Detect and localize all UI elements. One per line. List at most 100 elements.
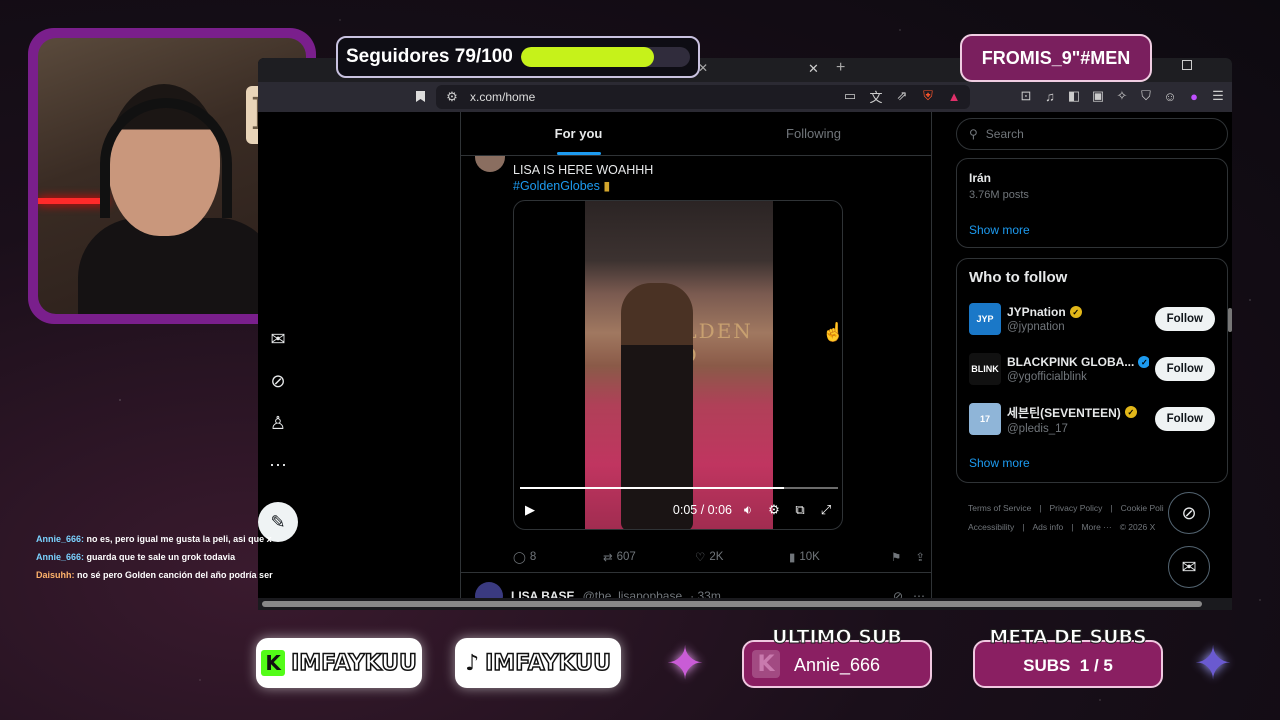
rewards-icon[interactable]: ▲ [946, 88, 962, 104]
repost-button[interactable]: ⇄ 607 [603, 550, 695, 564]
suggestion-avatar[interactable]: 17 [969, 403, 1001, 435]
follow-suggestion[interactable]: JYP JYPnation ✓ @jypnation Follow [969, 302, 1215, 336]
tab-close-icon[interactable]: ✕ [808, 61, 819, 77]
play-icon[interactable]: ▶ [522, 502, 538, 518]
suggestion-info: JYPnation ✓ @jypnation [1007, 305, 1149, 333]
trend-name[interactable]: Irán [969, 171, 1215, 185]
reader-icon[interactable]: ⊡ [1018, 88, 1034, 104]
translate-icon[interactable]: 文 [868, 88, 884, 105]
x-left-nav: ✉ ⊘ ♙ ⋯ ✎ [258, 328, 298, 542]
search-placeholder: Search [985, 127, 1024, 141]
reply-icon: ◯ [513, 552, 526, 564]
site-settings-icon[interactable]: ⚙ [444, 89, 460, 105]
views-button[interactable]: ▮ 10K [789, 550, 885, 564]
grok-floating-button[interactable]: ⊘ [1168, 492, 1210, 534]
star-icon: ✦ [1193, 637, 1233, 689]
ai-icon[interactable]: ✧ [1114, 88, 1130, 104]
vpn-icon[interactable]: ⛉ [1138, 88, 1154, 104]
stream-chat: Annie_666: no es, pero igual me gusta la… [36, 530, 306, 584]
url-text: x.com/home [470, 90, 536, 104]
footer-link[interactable]: © 2026 X [1120, 522, 1156, 532]
tab-for-you[interactable]: For you [461, 112, 696, 155]
screen-icon[interactable]: ▭ [842, 88, 858, 104]
kick-sub-icon: K [752, 650, 780, 678]
chat-username[interactable]: Daisuhh: [36, 570, 75, 580]
horizontal-scrollbar[interactable] [258, 598, 1232, 610]
suggestion-handle: @jypnation [1007, 321, 1065, 333]
views-icon: ▮ [789, 552, 796, 564]
fullscreen-icon[interactable]: ⤢ [818, 502, 834, 518]
follow-button[interactable]: Follow [1154, 357, 1215, 381]
follow-button[interactable]: Follow [1154, 307, 1215, 331]
suggestion-name[interactable]: BLACKPINK GLOBA... [1007, 355, 1134, 369]
verified-badge-icon: ✓ [1069, 306, 1082, 318]
tab-following[interactable]: Following [696, 112, 931, 155]
messages-icon[interactable]: ✉ [267, 328, 289, 350]
extension-color-icon[interactable]: ● [1186, 88, 1202, 104]
chat-username[interactable]: Annie_666: [36, 534, 84, 544]
profile-icon[interactable]: ☺ [1162, 88, 1178, 104]
search-input[interactable]: ⚲ Search [956, 118, 1228, 150]
follow-button[interactable]: Follow [1154, 407, 1215, 431]
footer-link[interactable]: Ads info [1033, 522, 1064, 532]
like-button[interactable]: ♡ 2K [695, 550, 789, 564]
tweet-text: LISA IS HERE WOAHHH #GoldenGlobes ▮ [513, 162, 653, 194]
volume-icon[interactable]: 🔉︎ [740, 502, 756, 518]
last-sub-title: ULTIMO SUB [772, 626, 903, 649]
suggestion-name-row: JYPnation ✓ [1007, 305, 1149, 319]
scrollbar-thumb[interactable] [262, 601, 1202, 607]
chat-message: Annie_666: no es, pero igual me gusta la… [36, 530, 306, 548]
follow-suggestion[interactable]: BLINK BLACKPINK GLOBA... ✓ @ygofficialblink… [969, 352, 1215, 386]
footer-link[interactable]: Accessibility [968, 522, 1014, 532]
sub-goal-value: SUBS 1 / 5 [1023, 656, 1113, 675]
led-light [38, 198, 108, 204]
video-progress-bar[interactable] [520, 487, 838, 489]
video-frame: GOLDEN GLO [585, 201, 773, 529]
pip-icon[interactable]: ⧉ [792, 502, 808, 518]
suggestion-name[interactable]: JYPnation [1007, 305, 1066, 319]
bookmark-icon[interactable] [412, 88, 428, 104]
footer-link[interactable]: Privacy Policy [1050, 503, 1103, 513]
bookmark-post-icon[interactable]: ⚑ [891, 550, 901, 564]
sidebar-icon[interactable]: ◧ [1066, 88, 1082, 104]
trends-show-more[interactable]: Show more [969, 223, 1215, 237]
vertical-scrollbar[interactable] [1228, 308, 1232, 332]
music-icon[interactable]: ♫ [1042, 88, 1058, 104]
reply-button[interactable]: ◯ 8 [513, 550, 603, 564]
new-tab-icon[interactable]: + [836, 59, 845, 77]
last-sub-name: Annie_666 [793, 655, 881, 675]
tweet-author-avatar[interactable] [475, 156, 505, 172]
share-post-icon[interactable]: ⇪ [915, 550, 925, 564]
suggestion-avatar[interactable]: JYP [969, 303, 1001, 335]
footer-link[interactable]: Cookie Poli [1121, 503, 1164, 513]
menu-icon[interactable]: ☰ [1210, 88, 1226, 104]
profile-nav-icon[interactable]: ♙ [267, 412, 289, 434]
hashtag-link[interactable]: #GoldenGlobes [513, 179, 600, 193]
view-count: 10K [799, 551, 820, 563]
verified-badge-icon: ✓ [1124, 406, 1137, 418]
maximize-icon[interactable] [1182, 60, 1192, 70]
address-actions: ▭ 文 ⇗ ⛨ ▲ [842, 88, 962, 105]
footer-link[interactable]: Terms of Service [968, 503, 1031, 513]
tweet-body: LISA IS HERE WOAHHH [513, 163, 654, 177]
browser-window: ✕ ✕ + ⚙ x.com/home ▭ 文 ⇗ ⛨ ▲ ⊡ ♫ ◧ ▣ ✧ ⛉… [258, 58, 1232, 610]
brave-shield-icon[interactable]: ⛨ [920, 88, 936, 104]
tiktok-logo-icon: ♪ [465, 650, 480, 676]
messages-floating-button[interactable]: ✉ [1168, 546, 1210, 588]
grok-icon[interactable]: ⊘ [267, 370, 289, 392]
chat-username[interactable]: Annie_666: [36, 552, 84, 562]
more-icon[interactable]: ⋯ [267, 454, 289, 476]
tweet-actions: ◯ 8 ⇄ 607 ♡ 2K ▮ 10K ⚑ ⇪ [513, 550, 925, 564]
follow-suggestion[interactable]: 17 세븐틴(SEVENTEEN) ✓ @pledis_17 Follow [969, 402, 1215, 436]
share-icon[interactable]: ⇗ [894, 88, 910, 104]
settings-icon[interactable]: ⚙ [766, 502, 782, 518]
footer-link[interactable]: More ··· [1081, 522, 1111, 532]
follow-show-more[interactable]: Show more [969, 456, 1215, 470]
tweet-divider [461, 572, 931, 573]
wallet-icon[interactable]: ▣ [1090, 88, 1106, 104]
suggestion-avatar[interactable]: BLINK [969, 353, 1001, 385]
tweet-video[interactable]: GOLDEN GLO ▶ 0:05 / 0:06 🔉︎ ⚙ ⧉ ⤢ [513, 200, 843, 530]
video-figure [621, 283, 693, 529]
suggestion-name[interactable]: 세븐틴(SEVENTEEN) [1007, 404, 1121, 421]
footer-separator: | [1071, 522, 1074, 532]
